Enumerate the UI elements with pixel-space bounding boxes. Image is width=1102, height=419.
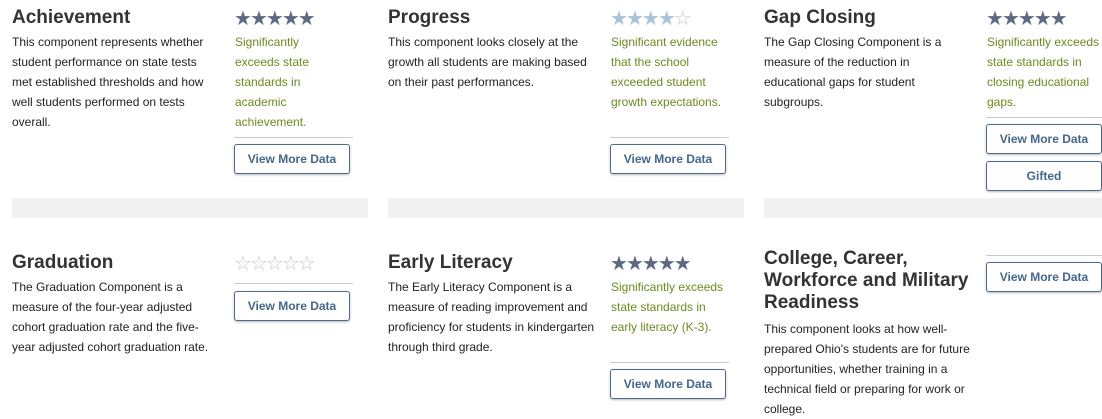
early-literacy-rating-text: Significantly exceeds state standards in… — [611, 280, 724, 334]
readiness-card: College, Career, Workforce and Military … — [752, 225, 1102, 417]
achievement-star-rating: ★★★★★ — [234, 6, 316, 30]
achievement-divider — [234, 137, 353, 138]
filled-star-icon: ★ — [986, 6, 1004, 30]
empty-star-icon: ☆ — [249, 251, 268, 275]
gap-closing-divider — [986, 117, 1102, 118]
achievement-view-more-data-button[interactable]: View More Data — [234, 144, 350, 174]
filled-star-icon: ★ — [641, 6, 660, 30]
filled-star-icon: ★ — [610, 6, 628, 30]
graduation-star-rating: ☆☆☆☆☆ — [234, 251, 316, 275]
filled-star-icon: ★ — [610, 251, 628, 275]
empty-star-icon: ☆ — [281, 251, 300, 275]
empty-star-icon: ☆ — [234, 251, 252, 275]
readiness-title: College, Career, Workforce and Military … — [764, 248, 969, 313]
readiness-view-more-data-button[interactable]: View More Data — [986, 262, 1102, 292]
row-separator-3 — [764, 198, 1102, 218]
gap-closing-gifted-button[interactable]: Gifted — [986, 161, 1102, 191]
early-literacy-divider — [610, 362, 729, 363]
progress-card: Progress This component looks closely at… — [376, 0, 746, 198]
achievement-description: This component represents whether studen… — [12, 35, 204, 129]
filled-star-icon: ★ — [625, 251, 644, 275]
empty-star-icon: ☆ — [297, 251, 316, 275]
filled-star-icon: ★ — [1017, 6, 1036, 30]
progress-view-more-data-button[interactable]: View More Data — [610, 144, 726, 174]
early-literacy-title: Early Literacy — [388, 252, 513, 273]
filled-star-icon: ★ — [297, 6, 316, 30]
progress-description: This component looks closely at the grow… — [388, 35, 587, 89]
filled-star-icon: ★ — [1049, 6, 1068, 30]
empty-star-icon: ☆ — [673, 6, 692, 30]
early-literacy-star-rating: ★★★★★ — [610, 251, 692, 275]
graduation-divider — [234, 283, 353, 284]
graduation-description: The Graduation Component is a measure of… — [12, 280, 209, 354]
readiness-divider — [986, 255, 1102, 256]
gap-closing-title: Gap Closing — [764, 7, 876, 28]
achievement-card: Achievement This component represents wh… — [0, 0, 370, 198]
empty-star-icon: ☆ — [265, 251, 284, 275]
achievement-title: Achievement — [12, 7, 131, 28]
graduation-view-more-data-button[interactable]: View More Data — [234, 291, 350, 321]
early-literacy-description: The Early Literacy Component is a measur… — [388, 280, 595, 354]
filled-star-icon: ★ — [657, 6, 676, 30]
filled-star-icon: ★ — [673, 251, 692, 275]
filled-star-icon: ★ — [657, 251, 676, 275]
progress-title: Progress — [388, 7, 471, 28]
gap-closing-star-rating: ★★★★★ — [986, 6, 1068, 30]
filled-star-icon: ★ — [281, 6, 300, 30]
filled-star-icon: ★ — [234, 6, 252, 30]
graduation-title: Graduation — [12, 252, 114, 273]
filled-star-icon: ★ — [249, 6, 268, 30]
progress-divider — [610, 137, 729, 138]
row-separator-2 — [388, 198, 744, 218]
early-literacy-card: Early Literacy The Early Literacy Compon… — [376, 225, 746, 417]
gap-closing-card: Gap Closing The Gap Closing Component is… — [752, 0, 1102, 198]
gap-closing-view-more-data-button[interactable]: View More Data — [986, 124, 1102, 154]
early-literacy-view-more-data-button[interactable]: View More Data — [610, 369, 726, 399]
row-separator-1 — [12, 198, 368, 218]
progress-rating-text: Significant evidence that the school exc… — [611, 35, 722, 109]
filled-star-icon: ★ — [1001, 6, 1020, 30]
achievement-rating-text: Significantly exceeds state standards in… — [235, 35, 310, 129]
gap-closing-rating-text: Significantly exceeds state standards in… — [987, 35, 1100, 109]
gap-closing-description: The Gap Closing Component is a measure o… — [764, 35, 942, 109]
filled-star-icon: ★ — [1033, 6, 1052, 30]
progress-star-rating: ★★★★☆ — [610, 6, 692, 30]
readiness-description: This component looks at how well-prepare… — [764, 322, 970, 416]
filled-star-icon: ★ — [641, 251, 660, 275]
filled-star-icon: ★ — [625, 6, 644, 30]
graduation-card: Graduation The Graduation Component is a… — [0, 225, 370, 417]
filled-star-icon: ★ — [265, 6, 284, 30]
